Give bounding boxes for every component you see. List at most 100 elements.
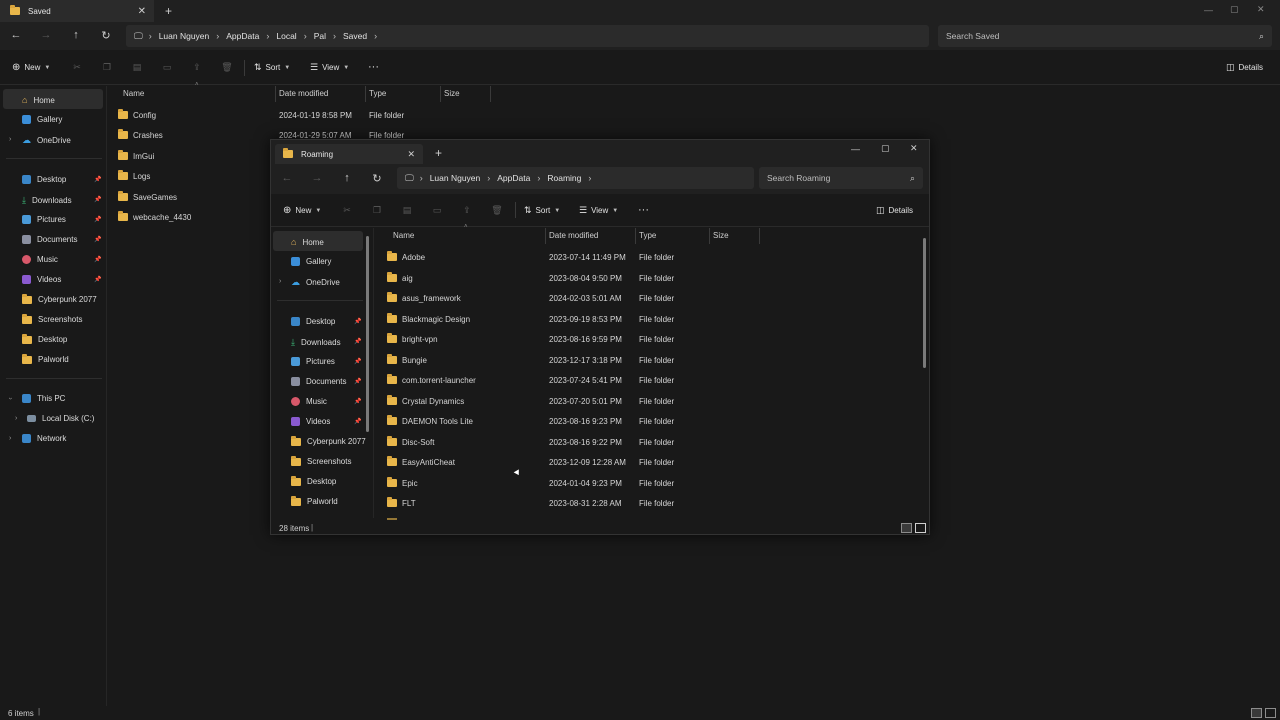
- nav-item-pictures[interactable]: Pictures: [291, 357, 335, 366]
- column-header-size[interactable]: Size: [444, 89, 460, 98]
- delete-icon[interactable]: 🗑: [482, 205, 512, 216]
- file-row[interactable]: aig 2023-08-04 9:50 PM File folder: [381, 272, 921, 283]
- file-row[interactable]: EasyAntiCheat 2023-12-09 12:28 AM File f…: [381, 456, 921, 467]
- cut-icon[interactable]: ✂: [62, 62, 92, 73]
- breadcrumb-item[interactable]: AppData: [490, 173, 537, 183]
- delete-icon[interactable]: 🗑: [212, 62, 242, 73]
- pin-icon[interactable]: 📌: [354, 338, 361, 345]
- close-window-icon[interactable]: ✕: [1257, 4, 1265, 15]
- file-row[interactable]: Disc-Soft 2023-08-16 9:22 PM File folder: [381, 436, 921, 447]
- expand-chevron-icon[interactable]: ›: [9, 435, 11, 442]
- file-row[interactable]: FLT 2023-08-31 2:28 AM File folder: [381, 497, 921, 508]
- nav-item-documents[interactable]: Documents: [22, 235, 77, 244]
- file-row[interactable]: Adobe 2023-07-14 11:49 PM File folder: [381, 251, 921, 262]
- file-row[interactable]: com.torrent-launcher 2023-07-24 5:41 PM …: [381, 374, 921, 385]
- minimize-icon[interactable]: —: [851, 144, 860, 154]
- pin-icon[interactable]: 📌: [354, 358, 361, 365]
- column-header-type[interactable]: Type: [369, 89, 386, 98]
- breadcrumb-item[interactable]: Roaming: [540, 173, 588, 183]
- nav-item-downloads[interactable]: ⤓ Downloads: [291, 337, 341, 348]
- maximize-icon[interactable]: ▢: [1230, 4, 1239, 15]
- copy-icon[interactable]: ❐: [92, 62, 122, 73]
- forward-arrow-icon[interactable]: →: [38, 29, 54, 41]
- file-list-scrollbar[interactable]: [923, 238, 926, 368]
- refresh-icon[interactable]: ↻: [98, 29, 114, 42]
- more-options-icon[interactable]: ···: [638, 204, 649, 216]
- file-row[interactable]: Crystal Dynamics 2023-07-20 5:01 PM File…: [381, 395, 921, 406]
- new-tab-icon[interactable]: +: [165, 4, 172, 18]
- column-header-type[interactable]: Type: [639, 231, 656, 240]
- file-row[interactable]: Bungie 2023-12-17 3:18 PM File folder: [381, 354, 921, 365]
- close-tab-icon[interactable]: ✕: [407, 149, 423, 160]
- column-divider[interactable]: [635, 228, 636, 244]
- new-button[interactable]: ⊕ New ▼: [283, 205, 321, 216]
- nav-item-cyberpunk[interactable]: Cyberpunk 2077: [22, 293, 97, 304]
- breadcrumb-item[interactable]: Luan Nguyen: [423, 173, 488, 183]
- file-row[interactable]: DAEMON Tools Lite 2023-08-16 9:23 PM Fil…: [381, 415, 921, 426]
- nav-scrollbar[interactable]: [366, 236, 369, 432]
- close-tab-icon[interactable]: ✕: [138, 6, 154, 17]
- address-bar[interactable]: 🖵 › Luan Nguyen › AppData › Local › Pal …: [126, 25, 929, 47]
- column-header-name[interactable]: Name: [123, 89, 144, 98]
- details-view-toggle-icon[interactable]: [1251, 708, 1262, 718]
- pin-icon[interactable]: 📌: [354, 378, 361, 385]
- breadcrumb-item[interactable]: Luan Nguyen: [152, 31, 217, 41]
- share-icon[interactable]: ⇪: [182, 62, 212, 73]
- nav-item-this-pc[interactable]: This PC: [22, 394, 65, 403]
- details-button[interactable]: ◫ Details: [1226, 62, 1263, 73]
- up-arrow-icon[interactable]: ↑: [68, 29, 84, 41]
- details-button[interactable]: ◫ Details: [876, 205, 913, 216]
- rename-icon[interactable]: ▭: [422, 205, 452, 216]
- paste-icon[interactable]: ▤: [392, 205, 422, 216]
- breadcrumb-item[interactable]: AppData: [219, 31, 266, 41]
- paste-icon[interactable]: ▤: [122, 62, 152, 73]
- view-button[interactable]: ☰ View ▼: [579, 205, 618, 216]
- back-arrow-icon[interactable]: ←: [8, 29, 24, 41]
- nav-item-onedrive[interactable]: ☁ OneDrive: [291, 277, 340, 288]
- nav-item-videos[interactable]: Videos: [291, 417, 330, 426]
- pin-icon[interactable]: 📌: [354, 398, 361, 405]
- tiles-view-toggle-icon[interactable]: [1265, 708, 1276, 718]
- up-arrow-icon[interactable]: ↑: [339, 172, 355, 184]
- back-arrow-icon[interactable]: ←: [279, 172, 295, 184]
- close-window-icon[interactable]: ✕: [910, 143, 918, 154]
- file-row[interactable]: ImGui: [0, 150, 160, 161]
- file-row[interactable]: SaveGames: [0, 191, 200, 202]
- nav-item-home[interactable]: ⌂ Home: [291, 237, 324, 247]
- nav-item-screenshots[interactable]: Screenshots: [291, 455, 351, 466]
- pin-icon[interactable]: 📌: [354, 418, 361, 425]
- file-row[interactable]: webcache_4430: [0, 211, 220, 222]
- nav-item-desktop-folder[interactable]: Desktop: [291, 475, 336, 486]
- column-divider[interactable]: [709, 228, 710, 244]
- nav-item-local-disk[interactable]: Local Disk (C:): [27, 414, 94, 423]
- address-bar[interactable]: 🖵 › Luan Nguyen › AppData › Roaming ›: [397, 167, 754, 189]
- column-header-size[interactable]: Size: [713, 231, 729, 240]
- rename-icon[interactable]: ▭: [152, 62, 182, 73]
- column-divider[interactable]: [545, 228, 546, 244]
- minimize-icon[interactable]: —: [1204, 5, 1213, 15]
- tiles-view-toggle-icon[interactable]: [915, 523, 926, 533]
- column-divider[interactable]: [440, 86, 441, 102]
- search-box[interactable]: Search Saved ⌕: [938, 25, 1272, 47]
- pin-icon[interactable]: 📌: [94, 256, 101, 263]
- search-input[interactable]: Search Roaming: [767, 173, 830, 183]
- breadcrumb-item[interactable]: Saved: [336, 31, 374, 41]
- nav-item-network[interactable]: Network: [22, 434, 66, 443]
- forward-arrow-icon[interactable]: →: [309, 172, 325, 184]
- file-row[interactable]: Logs: [0, 170, 160, 181]
- share-icon[interactable]: ⇪: [452, 205, 482, 216]
- nav-item-desktop-folder[interactable]: Desktop: [22, 333, 67, 344]
- details-view-toggle-icon[interactable]: [901, 523, 912, 533]
- column-divider[interactable]: [275, 86, 276, 102]
- pin-icon[interactable]: 📌: [354, 318, 361, 325]
- column-divider[interactable]: [759, 228, 760, 244]
- file-row[interactable]: bright-vpn 2023-08-16 9:59 PM File folde…: [381, 333, 921, 344]
- maximize-icon[interactable]: ▢: [881, 143, 890, 154]
- nav-item-videos[interactable]: Videos: [22, 275, 61, 284]
- search-box[interactable]: Search Roaming ⌕: [759, 167, 923, 189]
- file-row[interactable]: Epic 2024-01-04 9:23 PM File folder: [381, 477, 921, 488]
- search-input[interactable]: Search Saved: [946, 31, 999, 41]
- file-row[interactable]: Config 2024-01-19 8:58 PM File folder: [0, 109, 1280, 120]
- breadcrumb-item[interactable]: Local: [269, 31, 303, 41]
- column-divider[interactable]: [365, 86, 366, 102]
